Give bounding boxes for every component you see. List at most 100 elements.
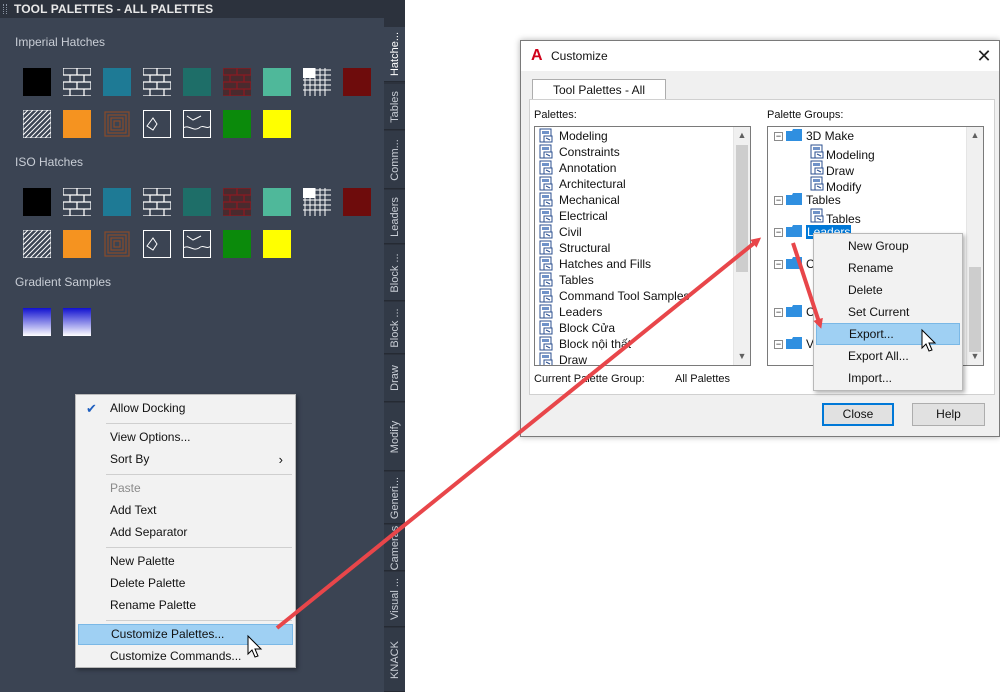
palette-list-item[interactable]: Hatches and Fills [539,256,651,272]
menu-new-group[interactable]: New Group [816,235,960,257]
palette-tab[interactable]: KNACK [384,628,405,692]
palette-tab[interactable]: Cameras [384,525,405,571]
scroll-up-icon[interactable]: ▲ [734,127,750,144]
palette-tab[interactable]: Generi... [384,472,405,524]
scroll-thumb[interactable] [736,145,748,272]
brick-hatch-swatch[interactable] [63,188,91,216]
menu-sort-by[interactable]: Sort By › [78,449,293,470]
scroll-thumb[interactable] [969,267,981,352]
dark-red-swatch[interactable] [343,188,371,216]
dark-teal-swatch[interactable] [183,188,211,216]
menu-add-text[interactable]: Add Text [78,500,293,521]
grid-hatch-swatch[interactable] [303,188,331,216]
diagonal-hatch-swatch[interactable] [23,230,51,258]
section-iso-hatches[interactable]: ISO Hatches [15,155,83,169]
yellow-swatch[interactable] [263,110,291,138]
tree-group-3d-make[interactable]: − 3D Make [774,128,854,144]
menu-export[interactable]: Export... [816,323,960,345]
parquet-hatch-swatch[interactable] [103,110,131,138]
red-brick-hatch-swatch[interactable] [223,68,251,96]
tree-group-partial[interactable]: − V [774,336,814,352]
teal-swatch[interactable] [103,188,131,216]
palette-list-item[interactable]: Electrical [539,208,608,224]
palette-tab[interactable]: Block ... [384,245,405,301]
palette-list-item[interactable]: Architectural [539,176,626,192]
mint-swatch[interactable] [263,68,291,96]
orange-swatch[interactable] [63,110,91,138]
palette-tab[interactable]: Modify [384,403,405,471]
palette-tab[interactable]: Leaders [384,190,405,244]
tree-palette-item[interactable]: Modify [810,176,861,194]
palette-title-bar[interactable]: TOOL PALETTES - ALL PALETTES [0,0,384,18]
palette-tab[interactable]: Tables [384,84,405,130]
sketch-hatch-swatch[interactable] [143,230,171,258]
diagonal-hatch-swatch[interactable] [23,110,51,138]
close-icon[interactable]: ✕ [972,45,996,67]
collapse-icon[interactable]: − [774,196,783,205]
gradient-swatch[interactable] [63,308,91,336]
black-swatch[interactable] [23,68,51,96]
collapse-icon[interactable]: − [774,228,783,237]
groups-scrollbar[interactable]: ▲ ▼ [966,127,983,365]
menu-add-separator[interactable]: Add Separator [78,522,293,543]
palette-list-item[interactable]: Constraints [539,144,620,160]
earth-hatch-swatch[interactable] [183,230,211,258]
menu-export-all[interactable]: Export All... [816,345,960,367]
menu-delete[interactable]: Delete [816,279,960,301]
dark-teal-swatch[interactable] [183,68,211,96]
scroll-down-icon[interactable]: ▼ [734,348,750,365]
palette-tab[interactable]: Comm... [384,131,405,189]
orange-swatch[interactable] [63,230,91,258]
menu-rename-palette[interactable]: Rename Palette [78,595,293,616]
teal-swatch[interactable] [103,68,131,96]
tab-tool-palettes[interactable]: Tool Palettes - All Palettes [532,79,666,117]
palette-grip-icon[interactable] [3,4,7,14]
brick-hatch-swatch[interactable] [143,68,171,96]
palette-tab[interactable]: Draw [384,355,405,402]
menu-delete-palette[interactable]: Delete Palette [78,573,293,594]
palette-list-item[interactable]: Block Cửa [539,320,615,336]
collapse-icon[interactable]: − [774,132,783,141]
brick-hatch-swatch[interactable] [63,68,91,96]
palette-list-item[interactable]: Draw [539,352,587,365]
black-swatch[interactable] [23,188,51,216]
palettes-list[interactable]: ▲ ▼ Modeling Constraints Annotation Archite… [534,126,751,366]
yellow-swatch[interactable] [263,230,291,258]
sketch-hatch-swatch[interactable] [143,110,171,138]
mint-swatch[interactable] [263,188,291,216]
tree-group-tables[interactable]: − Tables [774,192,841,208]
palette-list-item[interactable]: Mechanical [539,192,620,208]
palette-tab[interactable]: Hatche... [384,27,405,82]
brick-hatch-swatch[interactable] [143,188,171,216]
scroll-up-icon[interactable]: ▲ [967,127,983,144]
section-gradient-samples[interactable]: Gradient Samples [15,275,111,289]
collapse-icon[interactable]: − [774,308,783,317]
palette-list-item[interactable]: Civil [539,224,582,240]
tree-group-partial[interactable]: − C [774,256,815,272]
close-button[interactable]: Close [822,403,894,426]
tree-palette-item[interactable]: Tables [810,208,861,226]
palette-tab[interactable]: Visual ... [384,572,405,627]
menu-new-palette[interactable]: New Palette [78,551,293,572]
tree-group-partial[interactable]: − C [774,304,815,320]
green-swatch[interactable] [223,230,251,258]
collapse-icon[interactable]: − [774,340,783,349]
gradient-swatch[interactable] [23,308,51,336]
menu-customize-palettes[interactable]: Customize Palettes... [78,624,293,645]
menu-allow-docking[interactable]: ✔ Allow Docking [78,398,293,419]
section-imperial-hatches[interactable]: Imperial Hatches [15,35,105,49]
palette-list-item[interactable]: Leaders [539,304,602,320]
parquet-hatch-swatch[interactable] [103,230,131,258]
palette-list-item[interactable]: Block nội thất [539,336,631,352]
scroll-down-icon[interactable]: ▼ [967,348,983,365]
collapse-icon[interactable]: − [774,260,783,269]
grid-hatch-swatch[interactable] [303,68,331,96]
menu-view-options[interactable]: View Options... [78,427,293,448]
menu-set-current[interactable]: Set Current [816,301,960,323]
palette-list-item[interactable]: Command Tool Samples [539,288,690,304]
help-button[interactable]: Help [912,403,985,426]
dark-red-swatch[interactable] [343,68,371,96]
tree-palette-item[interactable]: Draw [810,160,854,178]
palette-list-item[interactable]: Tables [539,272,594,288]
green-swatch[interactable] [223,110,251,138]
